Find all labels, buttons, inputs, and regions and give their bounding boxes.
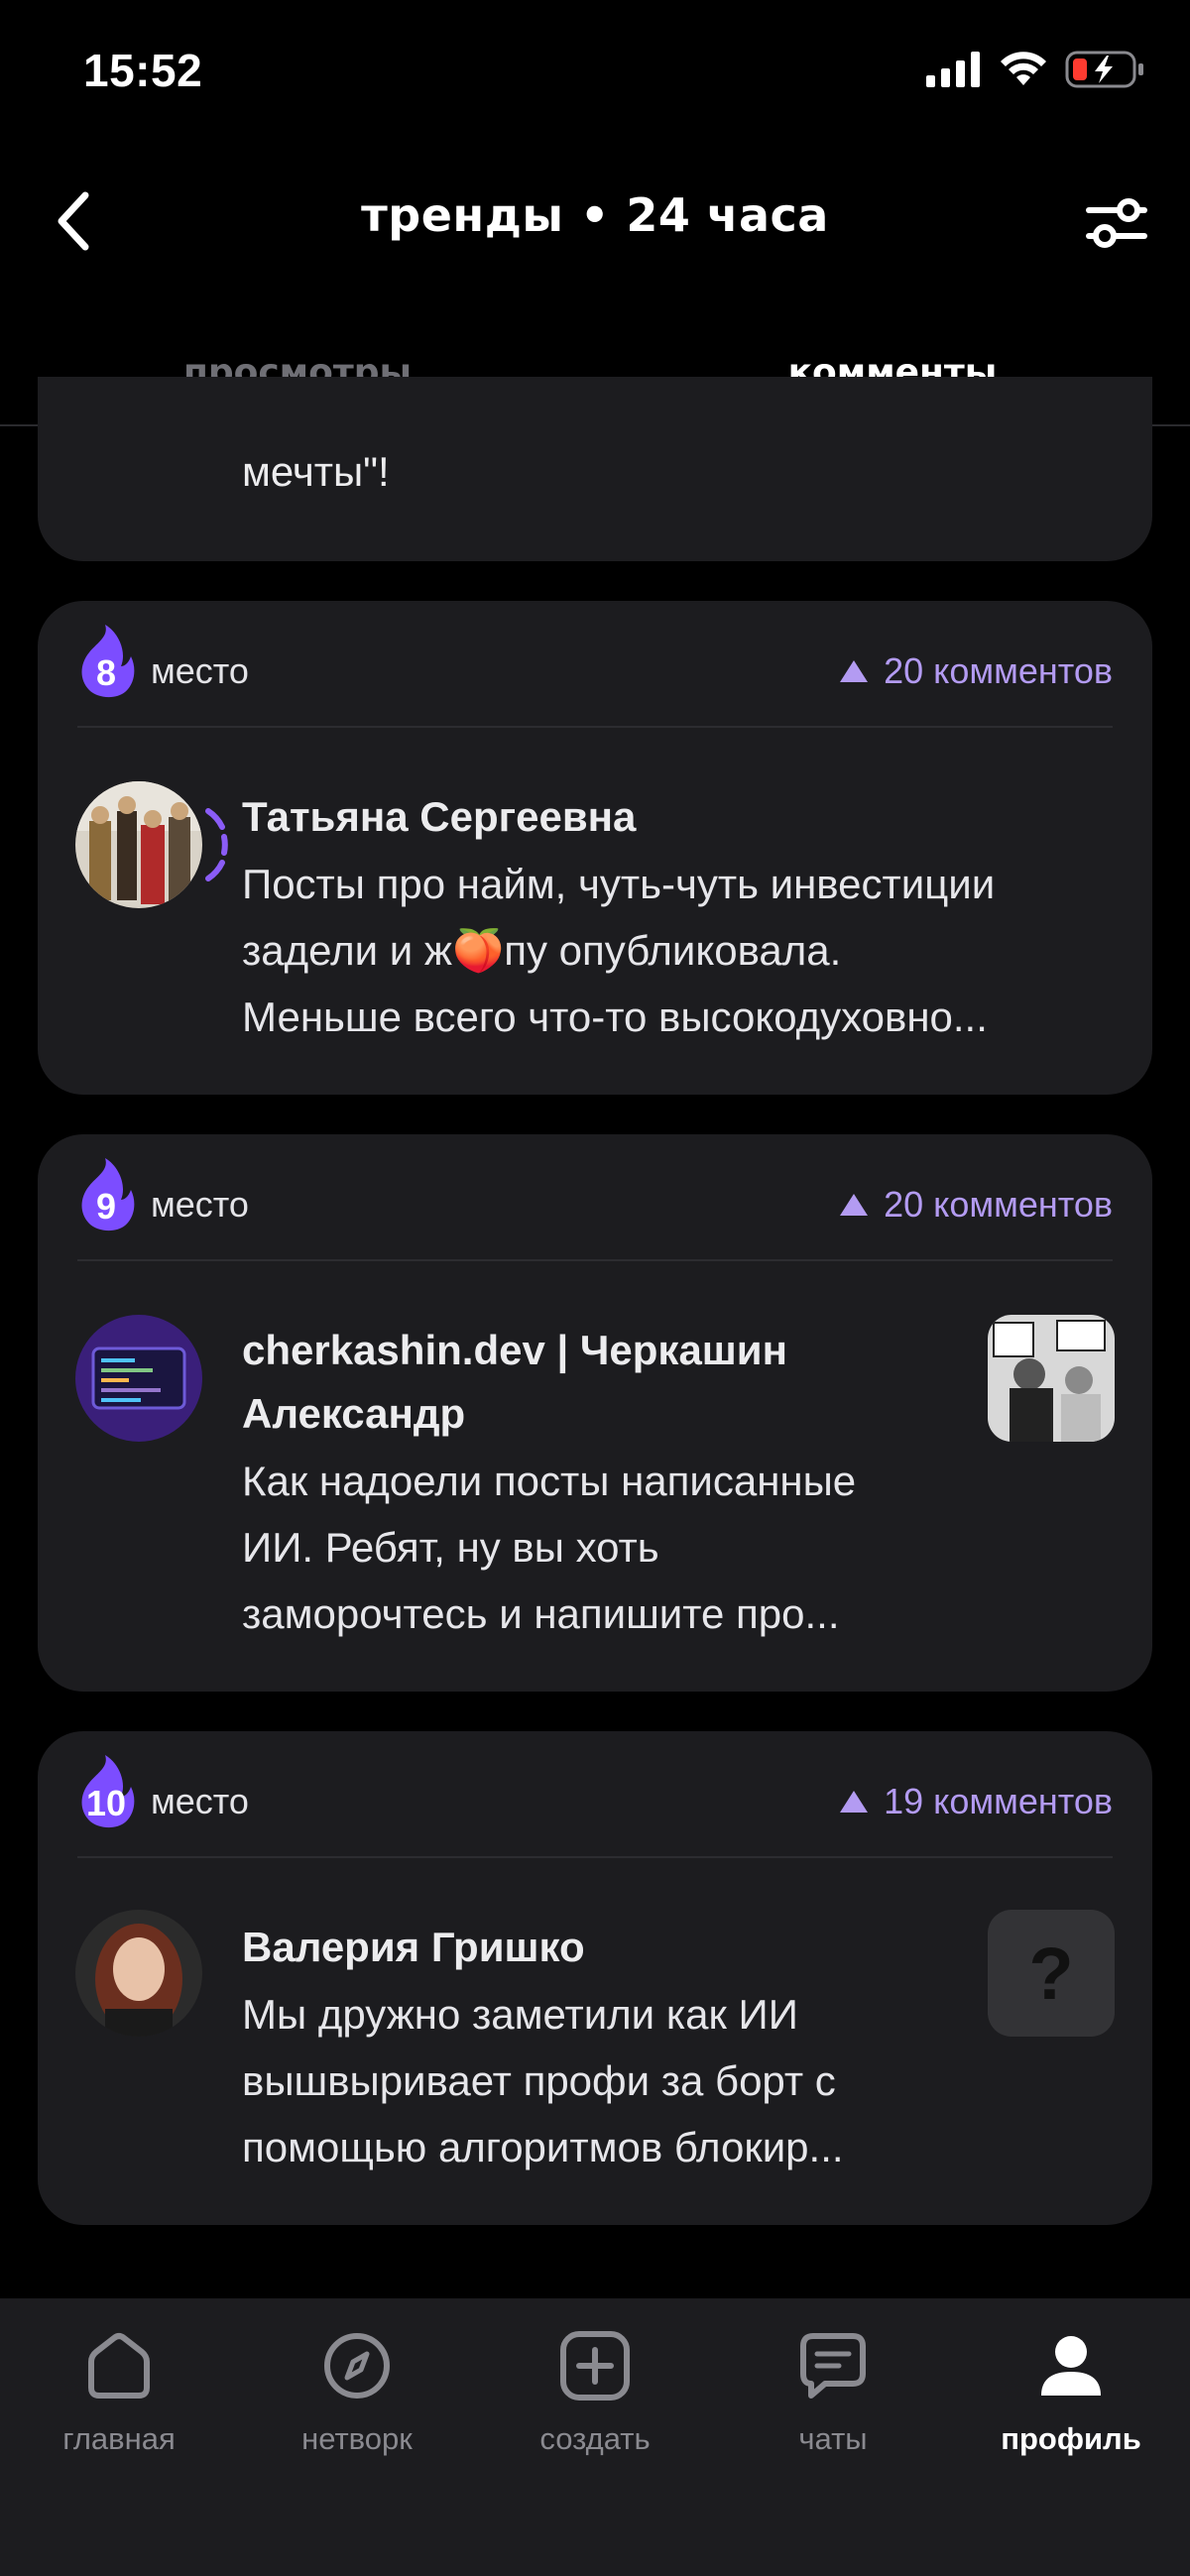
post-text: Как надоели посты написанные ИИ. Ребят, … (242, 1448, 856, 1647)
wifi-icon (1001, 52, 1046, 85)
filter-button[interactable] (1085, 194, 1148, 252)
post-card-rank-10[interactable]: 10 место 19 комментов Валерия Гришко Мы … (38, 1731, 1152, 2225)
plus-square-icon (560, 2331, 630, 2400)
post-text: мечты"! (242, 448, 390, 495)
post-text-line: задели и ж🍑пу опубликовала. (242, 927, 842, 974)
nav-item-profile[interactable]: профиль (952, 2328, 1190, 2457)
avatar[interactable] (75, 1910, 202, 2037)
nav-item-create[interactable]: создать (476, 2328, 714, 2457)
story-ring-icon (205, 808, 228, 881)
avatar[interactable] (75, 1315, 202, 1442)
post-text-line: вышвыривает профи за борт с (242, 2057, 836, 2104)
post-text: Мы дружно заметили как ИИ вышвыривает пр… (242, 1981, 844, 2180)
nav-label: создать (539, 2421, 651, 2456)
author-name[interactable]: Валерия Гришко (242, 1916, 585, 1979)
status-bar: 15:52 (0, 0, 1190, 149)
author-name-line: Александр (242, 1390, 466, 1437)
page-title: тренды • 24 часа (361, 188, 829, 242)
post-card-partial[interactable]: мечты"! (38, 377, 1152, 561)
post-text-line: ИИ. Ребят, ну вы хоть (242, 1524, 659, 1571)
nav-label: нетворк (301, 2421, 413, 2456)
card-divider (77, 1134, 1113, 1261)
battery-icon (1065, 51, 1143, 88)
post-card-rank-8[interactable]: 8 место 20 комментов Татьяна Сергеевна П… (38, 601, 1152, 1095)
question-mark-icon: ? (1028, 1932, 1074, 2015)
nav-label: профиль (1001, 2421, 1141, 2456)
bottom-navigation: главная нетворк создать чаты профиль (0, 2298, 1190, 2576)
nav-item-home[interactable]: главная (0, 2328, 238, 2457)
nav-item-network[interactable]: нетворк (238, 2328, 476, 2457)
avatar[interactable] (75, 781, 202, 908)
post-text-line: Посты про найм, чуть-чуть инвестиции (242, 861, 996, 907)
post-card-rank-9[interactable]: 9 место 20 комментов cherkashin.dev | Че… (38, 1134, 1152, 1692)
sliders-icon (1086, 198, 1147, 248)
cellular-signal-icon (926, 52, 980, 87)
post-text-line: помощью алгоритмов блокир... (242, 2124, 844, 2170)
post-text-line: Мы дружно заметили как ИИ (242, 1991, 798, 2038)
home-icon (88, 2333, 150, 2399)
post-thumbnail[interactable] (988, 1315, 1115, 1442)
post-text-line: заморочтесь и напишите про... (242, 1590, 840, 1637)
nav-item-chats[interactable]: чаты (714, 2328, 952, 2457)
card-divider (77, 601, 1113, 728)
chat-icon (800, 2333, 866, 2399)
status-icons (926, 50, 1144, 89)
compass-icon (324, 2333, 390, 2399)
author-name[interactable]: Татьяна Сергеевна (242, 785, 636, 849)
status-time: 15:52 (83, 45, 203, 96)
nav-label: главная (62, 2421, 176, 2456)
post-text-line: Как надоели посты написанные (242, 1458, 857, 1504)
post-text: Посты про найм, чуть-чуть инвестиции зад… (242, 851, 995, 1050)
card-divider (77, 1731, 1113, 1858)
profile-icon (1041, 2336, 1101, 2396)
nav-label: чаты (798, 2421, 868, 2456)
post-text-line: Меньше всего что-то высокодуховно... (242, 994, 988, 1040)
post-thumbnail-placeholder[interactable]: ? (988, 1910, 1115, 2037)
author-name-line: cherkashin.dev | Черкашин (242, 1327, 787, 1373)
author-name[interactable]: cherkashin.dev | Черкашин Александр (242, 1319, 787, 1446)
header: тренды • 24 часа (0, 149, 1190, 297)
